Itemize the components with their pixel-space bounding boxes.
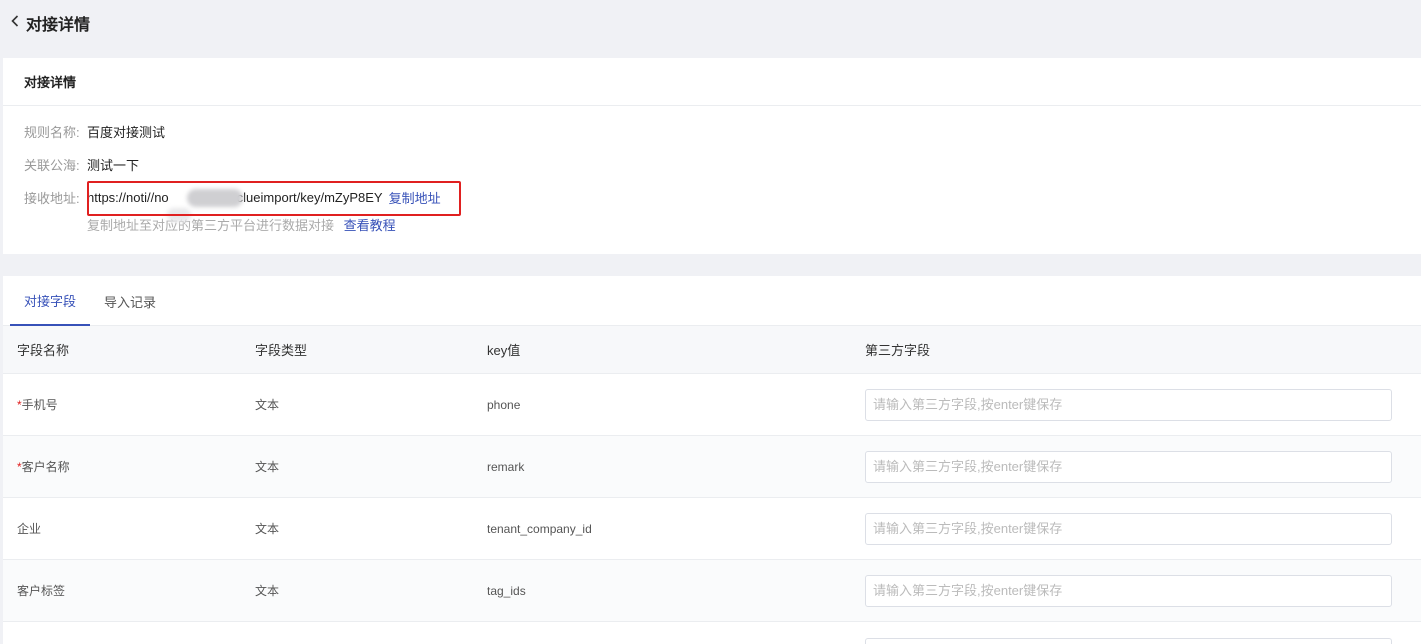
tab-mapping-fields[interactable]: 对接字段	[10, 276, 91, 326]
field-key: remark	[487, 459, 525, 474]
address-suffix: clueimport/key/mZyP8EY	[236, 190, 383, 205]
third-party-cell	[865, 622, 1392, 644]
chevron-left-icon	[8, 14, 26, 33]
header-third-party-field: 第三方字段	[865, 343, 931, 358]
table-row: 企业 文本 tenant_company_id	[3, 498, 1421, 560]
linked-pool-row: 关联公海: 测试一下	[24, 155, 139, 174]
address-label: 接收地址:	[24, 191, 80, 206]
third-party-cell	[865, 374, 1392, 435]
field-name: 客户标签	[17, 584, 66, 598]
third-party-cell	[865, 436, 1392, 497]
rule-name-label: 规则名称:	[24, 125, 80, 140]
top-bar: 对接详情	[0, 0, 1421, 46]
third-party-field-input[interactable]	[865, 450, 1392, 483]
rule-name-row: 规则名称: 百度对接测试	[24, 122, 165, 141]
field-type: 文本	[255, 522, 280, 536]
field-name-cell: * 手机号	[17, 374, 58, 435]
header-key: key值	[487, 343, 521, 358]
hint-row: 复制地址至对应的第三方平台进行数据对接 查看教程	[87, 215, 396, 234]
hint-text: 复制地址至对应的第三方平台进行数据对接	[87, 218, 335, 233]
third-party-cell	[865, 498, 1392, 559]
copy-address-link[interactable]: 复制地址	[389, 188, 441, 207]
field-name-cell: * 客户名称	[17, 436, 70, 497]
details-card: 对接详情 规则名称: 百度对接测试 关联公海: 测试一下 接收地址: https…	[3, 58, 1421, 254]
details-section-title: 对接详情	[3, 58, 1421, 106]
field-key: phone	[487, 397, 521, 412]
address-prefix: https://noti//no	[87, 190, 169, 205]
third-party-field-input[interactable]	[865, 574, 1392, 607]
field-name: 企业	[17, 522, 42, 536]
third-party-field-input[interactable]	[865, 512, 1392, 545]
third-party-cell	[865, 560, 1392, 621]
linked-pool-label: 关联公海:	[24, 158, 80, 173]
field-name: 手机号	[21, 398, 58, 412]
tab-bar: 对接字段 导入记录	[3, 276, 1421, 326]
tab-import-records[interactable]: 导入记录	[90, 276, 170, 326]
field-key: tag_ids	[487, 583, 526, 598]
header-field-name: 字段名称	[17, 343, 70, 358]
page-title: 对接详情	[26, 17, 91, 34]
redaction-blur	[187, 189, 243, 207]
linked-pool-value: 测试一下	[87, 158, 140, 173]
table-header: 字段名称 字段类型 key值 第三方字段	[3, 326, 1421, 374]
field-type: 文本	[255, 584, 280, 598]
redaction-blur-secondary	[167, 208, 191, 222]
table-row: * 手机号 文本 phone	[3, 374, 1421, 436]
view-tutorial-link[interactable]: 查看教程	[344, 218, 396, 233]
table-row: 客户标签 文本 tag_ids	[3, 560, 1421, 622]
field-key: tenant_company_id	[487, 521, 592, 536]
header-field-type: 字段类型	[255, 343, 308, 358]
fields-card: 对接字段 导入记录 字段名称 字段类型 key值 第三方字段 * 手机号 文本 p…	[3, 276, 1421, 644]
table-row: * 客户名称 文本 remark	[3, 436, 1421, 498]
field-type: 文本	[255, 398, 280, 412]
back-button[interactable]: 对接详情	[8, 11, 90, 35]
third-party-field-input[interactable]	[865, 388, 1392, 421]
field-type: 文本	[255, 460, 280, 474]
table-row-partial	[3, 622, 1421, 644]
third-party-field-input-partial[interactable]	[865, 638, 1392, 644]
field-name: 客户名称	[21, 460, 70, 474]
rule-name-value: 百度对接测试	[87, 125, 166, 140]
